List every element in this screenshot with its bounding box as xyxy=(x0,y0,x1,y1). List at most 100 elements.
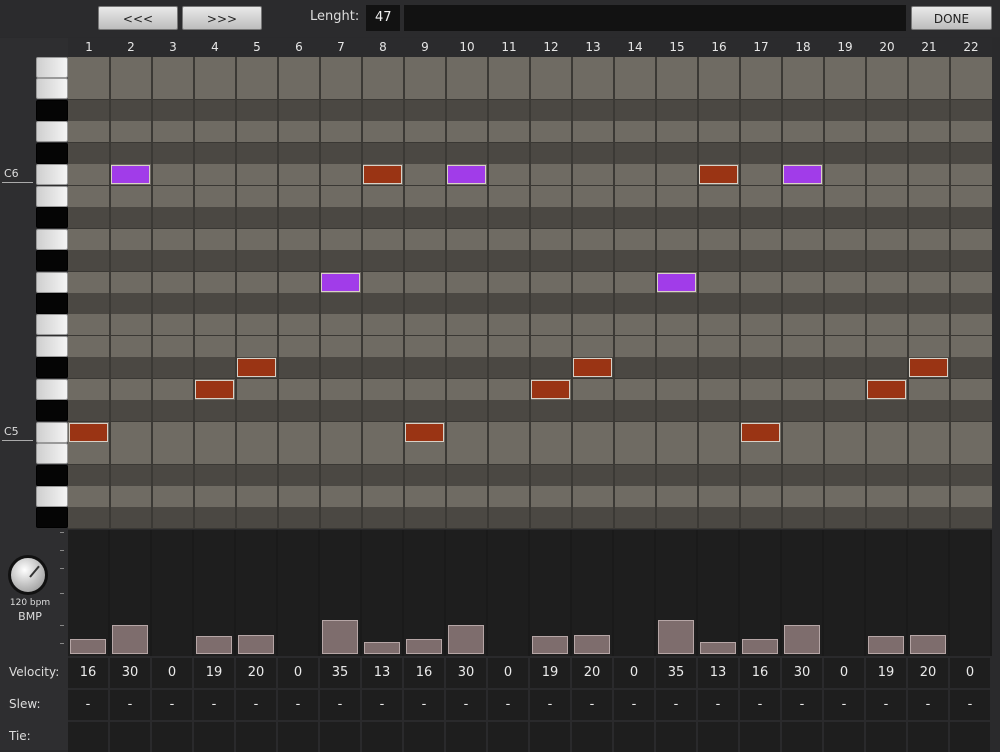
white-key[interactable] xyxy=(36,486,68,507)
velocity-column[interactable] xyxy=(488,530,528,656)
velocity-cell[interactable]: 35 xyxy=(320,658,360,688)
velocity-bar[interactable] xyxy=(910,635,946,654)
slew-cell[interactable]: - xyxy=(404,690,444,720)
velocity-column[interactable] xyxy=(572,530,612,656)
done-button[interactable]: DONE xyxy=(911,6,992,30)
tie-cell[interactable] xyxy=(656,722,696,752)
note-block[interactable] xyxy=(447,165,486,185)
velocity-bar[interactable] xyxy=(658,620,694,654)
note-block[interactable] xyxy=(111,165,150,185)
velocity-column[interactable] xyxy=(446,530,486,656)
note-block[interactable] xyxy=(909,358,948,378)
white-key[interactable] xyxy=(36,378,68,400)
white-key[interactable] xyxy=(36,314,68,336)
velocity-bar[interactable] xyxy=(406,639,442,654)
slew-cell[interactable]: - xyxy=(572,690,612,720)
velocity-cell[interactable]: 16 xyxy=(68,658,108,688)
black-key[interactable] xyxy=(36,507,68,529)
slew-cell[interactable]: - xyxy=(236,690,276,720)
tie-cell[interactable] xyxy=(446,722,486,752)
velocity-bars-area[interactable] xyxy=(68,530,992,656)
white-key[interactable] xyxy=(36,185,68,207)
tie-cell[interactable] xyxy=(278,722,318,752)
length-value-field[interactable]: 47 xyxy=(366,5,400,31)
note-block[interactable] xyxy=(237,358,276,378)
tie-cell[interactable] xyxy=(194,722,234,752)
white-key[interactable] xyxy=(36,78,68,100)
tie-cell[interactable] xyxy=(782,722,822,752)
note-block[interactable] xyxy=(321,272,360,292)
tie-cell[interactable] xyxy=(320,722,360,752)
slew-cell[interactable]: - xyxy=(68,690,108,720)
note-block[interactable] xyxy=(573,358,612,378)
white-key[interactable] xyxy=(36,164,68,186)
previous-button[interactable]: <<< xyxy=(98,6,178,30)
white-key[interactable] xyxy=(36,443,68,465)
black-key[interactable] xyxy=(36,357,68,379)
tie-cell[interactable] xyxy=(530,722,570,752)
white-key[interactable] xyxy=(36,121,68,143)
velocity-column[interactable] xyxy=(152,530,192,656)
black-key[interactable] xyxy=(36,400,68,422)
note-block[interactable] xyxy=(195,379,234,399)
velocity-column[interactable] xyxy=(404,530,444,656)
slew-cell[interactable]: - xyxy=(656,690,696,720)
velocity-cell[interactable]: 0 xyxy=(614,658,654,688)
black-key[interactable] xyxy=(36,292,68,314)
velocity-column[interactable] xyxy=(530,530,570,656)
velocity-cell[interactable]: 19 xyxy=(866,658,906,688)
tie-cell[interactable] xyxy=(362,722,402,752)
velocity-bar[interactable] xyxy=(742,639,778,654)
tie-cell[interactable] xyxy=(110,722,150,752)
tempo-knob[interactable] xyxy=(8,555,48,595)
velocity-column[interactable] xyxy=(68,530,108,656)
black-key[interactable] xyxy=(36,142,68,164)
slew-cell[interactable]: - xyxy=(488,690,528,720)
velocity-bar[interactable] xyxy=(784,625,820,654)
velocity-column[interactable] xyxy=(236,530,276,656)
velocity-cell[interactable]: 0 xyxy=(488,658,528,688)
white-key[interactable] xyxy=(36,335,68,357)
black-key[interactable] xyxy=(36,99,68,121)
slew-cell[interactable]: - xyxy=(824,690,864,720)
slew-cell[interactable]: - xyxy=(152,690,192,720)
velocity-column[interactable] xyxy=(824,530,864,656)
velocity-column[interactable] xyxy=(950,530,990,656)
white-key[interactable] xyxy=(36,57,68,78)
slew-cell[interactable]: - xyxy=(740,690,780,720)
tie-cell[interactable] xyxy=(236,722,276,752)
velocity-cell[interactable]: 19 xyxy=(194,658,234,688)
velocity-column[interactable] xyxy=(782,530,822,656)
velocity-cell[interactable]: 20 xyxy=(908,658,948,688)
tie-cell[interactable] xyxy=(488,722,528,752)
velocity-cell[interactable]: 0 xyxy=(278,658,318,688)
note-block[interactable] xyxy=(699,165,738,185)
slew-cell[interactable]: - xyxy=(362,690,402,720)
piano-roll-grid[interactable] xyxy=(68,57,992,529)
velocity-cell[interactable]: 19 xyxy=(530,658,570,688)
slew-cell[interactable]: - xyxy=(908,690,948,720)
black-key[interactable] xyxy=(36,207,68,229)
velocity-column[interactable] xyxy=(320,530,360,656)
slew-cell[interactable]: - xyxy=(614,690,654,720)
note-block[interactable] xyxy=(405,422,444,442)
velocity-cell[interactable]: 20 xyxy=(572,658,612,688)
velocity-cell[interactable]: 13 xyxy=(362,658,402,688)
note-block[interactable] xyxy=(867,379,906,399)
velocity-bar[interactable] xyxy=(112,625,148,654)
tie-cell[interactable] xyxy=(404,722,444,752)
velocity-cell[interactable]: 30 xyxy=(110,658,150,688)
velocity-bar[interactable] xyxy=(70,639,106,654)
next-button[interactable]: >>> xyxy=(182,6,262,30)
slew-cell[interactable]: - xyxy=(698,690,738,720)
velocity-cell[interactable]: 13 xyxy=(698,658,738,688)
tie-cell[interactable] xyxy=(68,722,108,752)
tie-cell[interactable] xyxy=(740,722,780,752)
slew-cell[interactable]: - xyxy=(278,690,318,720)
note-block[interactable] xyxy=(657,272,696,292)
note-block[interactable] xyxy=(783,165,822,185)
velocity-column[interactable] xyxy=(698,530,738,656)
note-block[interactable] xyxy=(363,165,402,185)
slew-cell[interactable]: - xyxy=(950,690,990,720)
velocity-cell[interactable]: 0 xyxy=(824,658,864,688)
